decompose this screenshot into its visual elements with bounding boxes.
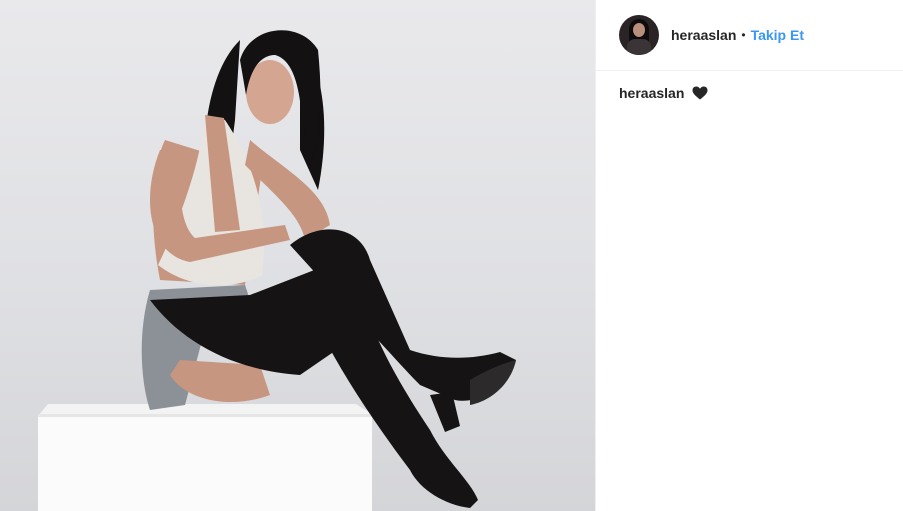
avatar-body — [627, 39, 651, 55]
author-username[interactable]: heraaslan — [671, 27, 736, 43]
black-heart-icon — [692, 86, 708, 103]
post-photo-illustration — [38, 30, 516, 511]
post-image[interactable] — [0, 0, 595, 511]
profile-avatar[interactable] — [619, 15, 659, 55]
follow-button[interactable]: Takip Et — [751, 27, 804, 43]
post-sidebar: heraaslan • Takip Et heraaslan — [595, 0, 903, 511]
caption-username[interactable]: heraaslan — [619, 85, 684, 101]
avatar-face — [633, 23, 645, 37]
separator-dot: • — [741, 28, 746, 42]
instagram-post: heraaslan • Takip Et heraaslan — [0, 0, 903, 511]
post-caption: heraaslan — [596, 71, 903, 103]
post-header: heraaslan • Takip Et — [596, 0, 903, 71]
